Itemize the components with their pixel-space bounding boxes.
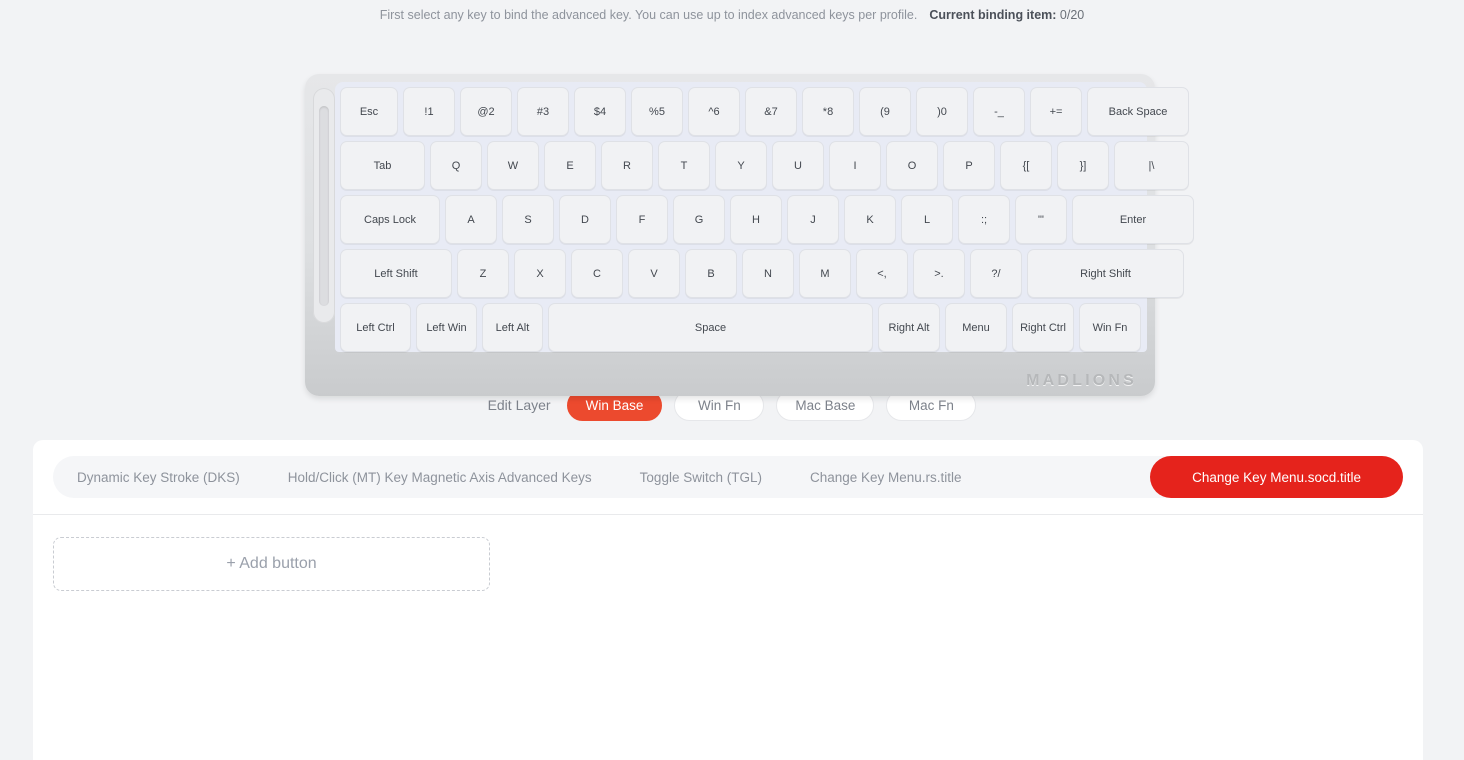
- keyboard-row: Tab Q W E R T Y U I O P{[}] |\: [335, 141, 1189, 190]
- keyboard-strap: [313, 88, 335, 323]
- key-h[interactable]: H: [730, 195, 782, 244]
- brand-logo: MADLIONS: [1026, 372, 1137, 389]
- key-menu[interactable]: Menu: [945, 303, 1007, 352]
- add-button[interactable]: + Add button: [53, 537, 490, 591]
- tab-change-key-menu-rs-title[interactable]: Change Key Menu.rs.title: [786, 456, 986, 498]
- current-binding-status: Current binding item: 0/20: [929, 8, 1084, 22]
- key-k[interactable]: K: [844, 195, 896, 244]
- key-tab[interactable]: Tab: [340, 141, 425, 190]
- key-n[interactable]: N: [742, 249, 794, 298]
- key-2[interactable]: @2: [460, 87, 512, 136]
- tab-hold-click-mt-key-magnetic-axis-advanced-keys[interactable]: Hold/Click (MT) Key Magnetic Axis Advanc…: [264, 456, 616, 498]
- hint-bar: First select any key to bind the advance…: [0, 0, 1464, 30]
- key-[interactable]: ?/: [970, 249, 1022, 298]
- keyboard-row: Left Ctrl Left Win Left Alt Space Right Alt M…: [335, 303, 1147, 352]
- key-6[interactable]: ^6: [688, 87, 740, 136]
- panel-body: + Add button: [33, 515, 1423, 613]
- keyboard-strap-slot: [319, 106, 329, 306]
- key-[interactable]: {[: [1000, 141, 1052, 190]
- key-y[interactable]: Y: [715, 141, 767, 190]
- key-leftctrl[interactable]: Left Ctrl: [340, 303, 411, 352]
- key-7[interactable]: &7: [745, 87, 797, 136]
- tab-toggle-switch-tgl-[interactable]: Toggle Switch (TGL): [616, 456, 786, 498]
- key-f[interactable]: F: [616, 195, 668, 244]
- tab-change-key-menu-socd-title[interactable]: Change Key Menu.socd.title: [1150, 456, 1403, 498]
- key-5[interactable]: %5: [631, 87, 683, 136]
- keyboard-stage: Esc !1 @2 #3 $4 %5 ^6 &7 *8 (9)0 -_ += Back Space Tab…: [0, 30, 1464, 396]
- key-rightalt[interactable]: Right Alt: [878, 303, 940, 352]
- key-capslock[interactable]: Caps Lock: [340, 195, 440, 244]
- key-8[interactable]: *8: [802, 87, 854, 136]
- keyboard-plate: Esc !1 @2 #3 $4 %5 ^6 &7 *8 (9)0 -_ += Back Space Tab…: [335, 82, 1194, 352]
- current-binding-count: 0/20: [1059, 8, 1085, 22]
- key-rightctrl[interactable]: Right Ctrl: [1012, 303, 1074, 352]
- key-rightshift[interactable]: Right Shift: [1027, 249, 1184, 298]
- key-t[interactable]: T: [658, 141, 710, 190]
- key-e[interactable]: E: [544, 141, 596, 190]
- key-9[interactable]: (9: [859, 87, 911, 136]
- key-q[interactable]: Q: [430, 141, 482, 190]
- key-p[interactable]: P: [943, 141, 995, 190]
- key-d[interactable]: D: [559, 195, 611, 244]
- key-c[interactable]: C: [571, 249, 623, 298]
- key-[interactable]: -_: [973, 87, 1025, 136]
- current-binding-label: Current binding item:: [929, 8, 1057, 22]
- key-[interactable]: }]: [1057, 141, 1109, 190]
- keyboard-row: Esc !1 @2 #3 $4 %5 ^6 &7 *8 (9)0 -_ += Back Space: [335, 82, 1189, 136]
- hint-instruction: First select any key to bind the advance…: [379, 8, 918, 22]
- key-0[interactable]: )0: [916, 87, 968, 136]
- key-i[interactable]: I: [829, 141, 881, 190]
- key-[interactable]: +=: [1030, 87, 1082, 136]
- key-l[interactable]: L: [901, 195, 953, 244]
- edit-layer-label: Edit Layer: [487, 397, 551, 413]
- key-a[interactable]: A: [445, 195, 497, 244]
- key-b[interactable]: B: [685, 249, 737, 298]
- keyboard-row: Left Shift Z X C V B N M <, >. ?/Right Shift: [335, 249, 1184, 298]
- key-v[interactable]: V: [628, 249, 680, 298]
- key-3[interactable]: #3: [517, 87, 569, 136]
- feature-tabbar-wrap: Dynamic Key Stroke (DKS) Hold/Click (MT) …: [33, 440, 1423, 498]
- advanced-key-panel: Dynamic Key Stroke (DKS) Hold/Click (MT) …: [33, 440, 1423, 760]
- key-enter[interactable]: Enter: [1072, 195, 1194, 244]
- key-[interactable]: >.: [913, 249, 965, 298]
- key-backspace[interactable]: Back Space: [1087, 87, 1189, 136]
- key-j[interactable]: J: [787, 195, 839, 244]
- key-[interactable]: :;: [958, 195, 1010, 244]
- key-x[interactable]: X: [514, 249, 566, 298]
- key-[interactable]: <,: [856, 249, 908, 298]
- key-space[interactable]: Space: [548, 303, 873, 352]
- key-z[interactable]: Z: [457, 249, 509, 298]
- key-w[interactable]: W: [487, 141, 539, 190]
- key-esc[interactable]: Esc: [340, 87, 398, 136]
- key-4[interactable]: $4: [574, 87, 626, 136]
- key-o[interactable]: O: [886, 141, 938, 190]
- key-u[interactable]: U: [772, 141, 824, 190]
- feature-tabbar: Dynamic Key Stroke (DKS) Hold/Click (MT) …: [53, 456, 1403, 498]
- key-1[interactable]: !1: [403, 87, 455, 136]
- key-leftwin[interactable]: Left Win: [416, 303, 477, 352]
- tab-dynamic-key-stroke-dks-[interactable]: Dynamic Key Stroke (DKS): [53, 456, 264, 498]
- key-[interactable]: |\: [1114, 141, 1189, 190]
- keyboard-row: Caps Lock A S D F G H J K L:; "' Enter: [335, 195, 1194, 244]
- key-leftshift[interactable]: Left Shift: [340, 249, 452, 298]
- key-s[interactable]: S: [502, 195, 554, 244]
- key-leftalt[interactable]: Left Alt: [482, 303, 543, 352]
- key-winfn[interactable]: Win Fn: [1079, 303, 1141, 352]
- key-[interactable]: "': [1015, 195, 1067, 244]
- key-m[interactable]: M: [799, 249, 851, 298]
- keyboard-case: Esc !1 @2 #3 $4 %5 ^6 &7 *8 (9)0 -_ += Back Space Tab…: [305, 74, 1194, 396]
- key-r[interactable]: R: [601, 141, 653, 190]
- key-g[interactable]: G: [673, 195, 725, 244]
